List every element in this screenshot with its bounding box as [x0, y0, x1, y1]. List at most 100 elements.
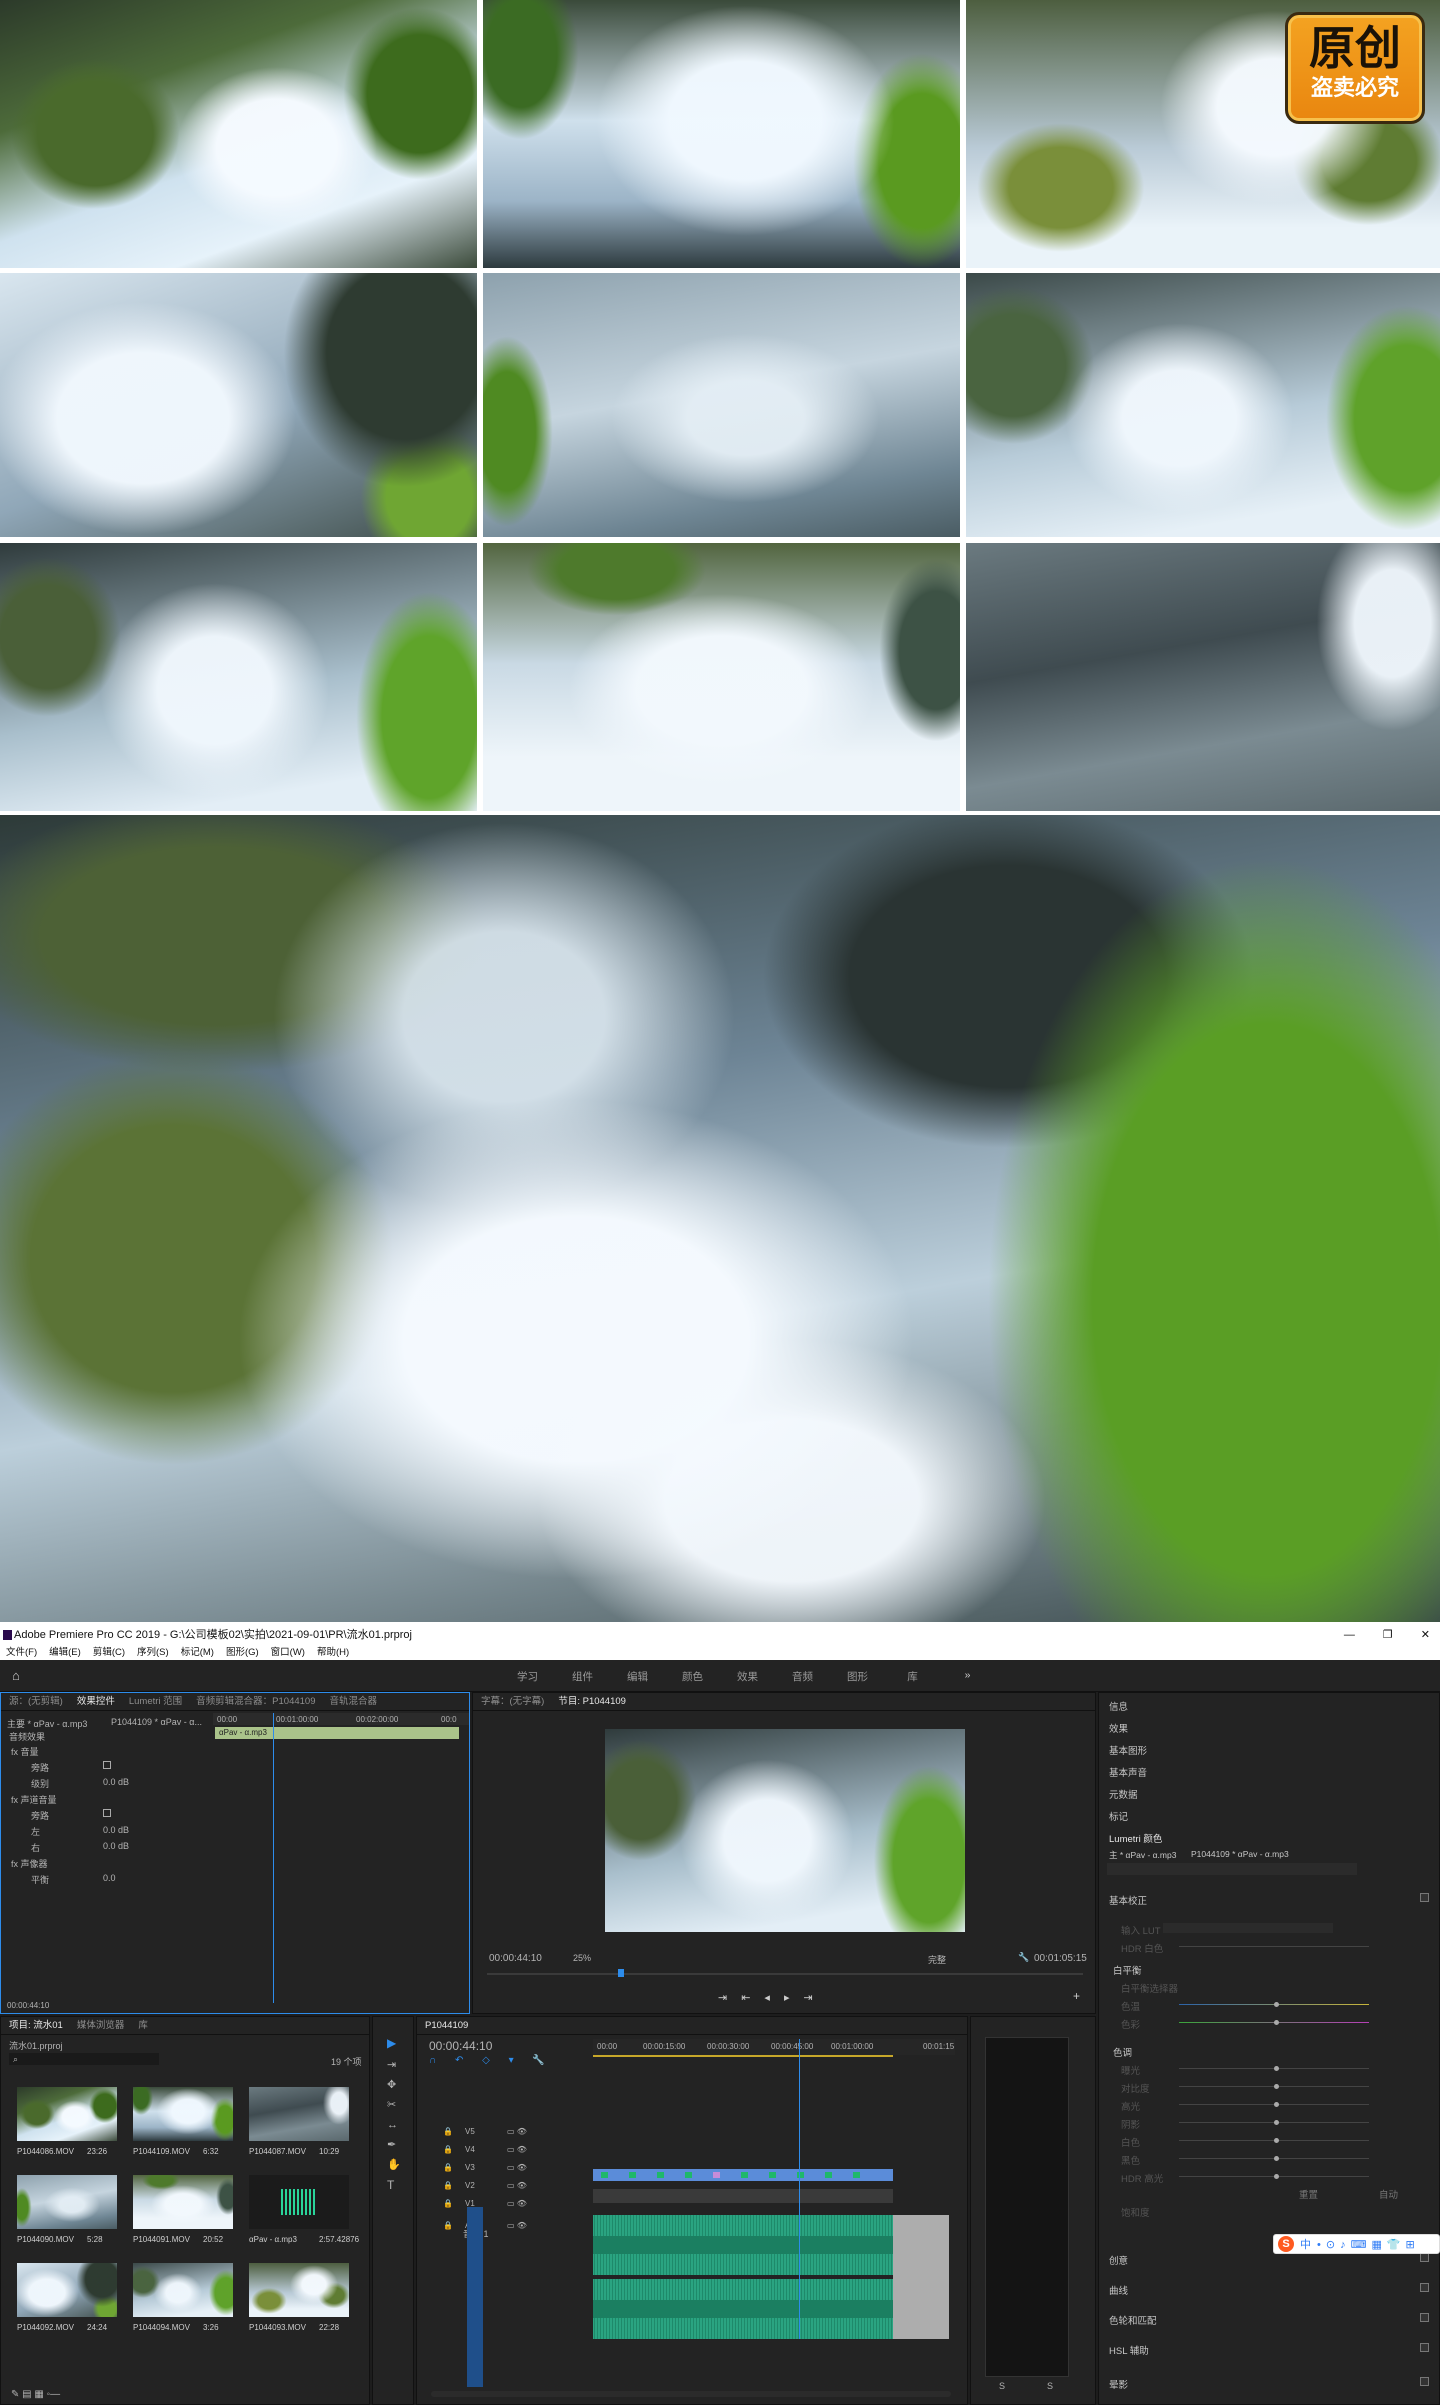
project-thumb[interactable] — [17, 2263, 117, 2317]
workspace-graphics[interactable]: 图形 — [830, 1669, 885, 1684]
tone-header[interactable]: 色调 — [1113, 2045, 1132, 2059]
work-area-bar[interactable] — [593, 2055, 893, 2057]
ec-playhead[interactable] — [273, 1713, 274, 2003]
visibility-icon[interactable]: ▭ 👁 — [507, 2163, 527, 2172]
track-header-label[interactable]: V4 — [465, 2145, 475, 2154]
ime-tools-icon[interactable]: •⊙♪⌨▦👕⊞ — [1317, 2238, 1420, 2251]
program-scrub-bar[interactable] — [487, 1973, 1083, 1975]
ripple-edit-tool-icon[interactable]: ✥ — [387, 2075, 396, 2095]
menu-help[interactable]: 帮助(H) — [317, 1646, 349, 1660]
timeline-tools[interactable]: ∩ ↶ ◇ ▾ 🔧 — [429, 2055, 553, 2066]
clip-link[interactable]: P1044109 * αPav - α... — [111, 1717, 202, 1727]
pen-tool-icon[interactable]: ✒ — [387, 2135, 396, 2155]
workspace-effects[interactable]: 效果 — [720, 1669, 775, 1684]
quality-select[interactable]: 完整 — [928, 1953, 946, 1966]
lumetri-clip-link[interactable]: P1044109 * αPav - α.mp3 — [1191, 1849, 1289, 1859]
tab-program[interactable]: 节目: P1044109 — [558, 1693, 626, 1710]
section-hsl[interactable]: HSL 辅助 — [1109, 2343, 1149, 2357]
tone-row-slider[interactable] — [1179, 2138, 1369, 2143]
meter-solo-right[interactable]: S — [1047, 2381, 1053, 2391]
project-footer-tools[interactable]: ✎ ▤ ▦ ◦— — [11, 2389, 60, 2400]
menu-file[interactable]: 文件(F) — [6, 1646, 37, 1660]
add-button-icon[interactable]: + — [1073, 1989, 1080, 2003]
tint-slider[interactable] — [1179, 2020, 1369, 2025]
ec-fx-panner[interactable]: fx 声像器 — [11, 1857, 48, 1870]
workspace-audio[interactable]: 音频 — [775, 1669, 830, 1684]
visibility-icon[interactable]: ▭ 👁 — [507, 2145, 527, 2154]
type-tool-icon[interactable]: T — [387, 2175, 394, 2195]
visibility-icon[interactable]: ▭ 👁 — [507, 2181, 527, 2190]
audio-clip-tail[interactable] — [893, 2215, 949, 2339]
auto-button[interactable]: 自动 — [1379, 2187, 1398, 2201]
tab-effect-controls[interactable]: 效果控件 — [77, 1693, 115, 1710]
tone-row-slider[interactable] — [1179, 2084, 1369, 2089]
menu-edit[interactable]: 编辑(E) — [49, 1646, 81, 1660]
project-thumb[interactable] — [249, 2087, 349, 2141]
home-icon[interactable]: ⌂ — [12, 1668, 26, 1683]
project-thumb[interactable] — [133, 2263, 233, 2317]
section-hsl-checkbox[interactable] — [1420, 2343, 1429, 2352]
timeline-scrollbar[interactable] — [431, 2391, 951, 2397]
slip-tool-icon[interactable]: ↔ — [387, 2115, 398, 2135]
panel-effects[interactable]: 效果 — [1109, 1721, 1128, 1735]
tab-lumetri-scopes[interactable]: Lumetri 范围 — [129, 1693, 182, 1710]
project-thumb[interactable] — [133, 2087, 233, 2141]
menu-sequence[interactable]: 序列(S) — [137, 1646, 169, 1660]
selection-tool-icon[interactable]: ▶ — [387, 2033, 396, 2053]
workspace-learning[interactable]: 学习 — [500, 1669, 555, 1684]
lumetri-clip[interactable]: 主 * αPav - α.mp3 — [1109, 1849, 1176, 1861]
panel-info[interactable]: 信息 — [1109, 1699, 1128, 1713]
visibility-icon[interactable]: ▭ 👁 — [507, 2127, 527, 2136]
basic-correction-checkbox[interactable] — [1420, 1893, 1429, 1902]
project-thumb[interactable] — [133, 2175, 233, 2229]
panel-metadata[interactable]: 元数据 — [1109, 1787, 1138, 1801]
audio-clip-a1-upper[interactable] — [593, 2215, 893, 2275]
ec-fx-channel-volume[interactable]: fx 声道音量 — [11, 1793, 57, 1806]
project-thumb[interactable] — [249, 2175, 349, 2229]
lock-icon[interactable]: 🔒 — [443, 2199, 453, 2208]
tab-project[interactable]: 项目: 流水01 — [9, 2017, 63, 2034]
ec-timecode[interactable]: 00:00:44:10 — [7, 2001, 49, 2010]
ec-bypass-2-checkbox[interactable] — [103, 1809, 111, 1817]
track-header-label[interactable]: V2 — [465, 2181, 475, 2190]
ec-left-value[interactable]: 0.0 dB — [103, 1825, 129, 1835]
tab-media-browser[interactable]: 媒体浏览器 — [77, 2017, 125, 2034]
ec-right-value[interactable]: 0.0 dB — [103, 1841, 129, 1851]
tab-captions[interactable]: 字幕：(无字幕) — [481, 1693, 544, 1710]
hand-tool-icon[interactable]: ✋ — [387, 2155, 401, 2175]
menu-graphics[interactable]: 图形(G) — [226, 1646, 259, 1660]
restore-button[interactable]: ❐ — [1383, 1624, 1393, 1646]
workspace-editing[interactable]: 编辑 — [610, 1669, 665, 1684]
project-thumb[interactable] — [249, 2263, 349, 2317]
basic-correction-header[interactable]: 基本校正 — [1109, 1893, 1147, 1907]
audio-clip-a1-lower[interactable] — [593, 2279, 893, 2339]
ime-mode[interactable]: 中 — [1300, 2236, 1311, 2252]
section-vignette[interactable]: 晕影 — [1109, 2377, 1128, 2391]
track-header-label[interactable]: V3 — [465, 2163, 475, 2172]
tone-row-slider[interactable] — [1179, 2102, 1369, 2107]
section-color-wheels[interactable]: 色轮和匹配 — [1109, 2313, 1157, 2327]
zoom-select[interactable]: 25% — [573, 1953, 591, 1963]
section-curves-checkbox[interactable] — [1420, 2283, 1429, 2292]
menu-marker[interactable]: 标记(M) — [181, 1646, 214, 1660]
tab-audio-clip-mixer[interactable]: 音频剪辑混合器：P1044109 — [196, 1693, 315, 1710]
section-curves[interactable]: 曲线 — [1109, 2283, 1128, 2297]
meter-solo-left[interactable]: S — [999, 2381, 1005, 2391]
tone-row-slider[interactable] — [1179, 2066, 1369, 2071]
section-vignette-checkbox[interactable] — [1420, 2377, 1429, 2386]
section-creative[interactable]: 创意 — [1109, 2253, 1128, 2267]
panel-markers[interactable]: 标记 — [1109, 1809, 1128, 1823]
visibility-icon[interactable]: ▭ 👁 — [507, 2221, 527, 2230]
workspace-libraries[interactable]: 库 — [885, 1669, 940, 1684]
tab-sequence[interactable]: P1044109 — [425, 2017, 468, 2034]
project-thumb[interactable] — [17, 2175, 117, 2229]
transport-controls[interactable]: ⇥⇤◂▸⇥ — [718, 1991, 827, 2004]
clip-selector[interactable]: 主要 * αPav - α.mp3 — [7, 1717, 87, 1730]
tab-source[interactable]: 源：(无剪辑) — [9, 1693, 63, 1710]
lock-icon[interactable]: 🔒 — [443, 2145, 453, 2154]
ime-toolbar[interactable]: S 中 •⊙♪⌨▦👕⊞ — [1273, 2234, 1440, 2254]
timeline-timecode[interactable]: 00:00:44:10 — [429, 2039, 492, 2053]
white-balance-header[interactable]: 白平衡 — [1113, 1963, 1142, 1977]
menu-clip[interactable]: 剪辑(C) — [93, 1646, 125, 1660]
hdr-white-slider[interactable] — [1179, 1946, 1369, 1947]
